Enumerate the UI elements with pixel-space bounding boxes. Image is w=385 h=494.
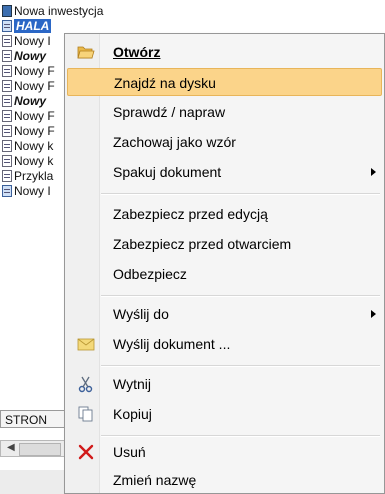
- tree-item[interactable]: Nowy I: [2, 184, 51, 199]
- tree-item-hala[interactable]: HALA: [2, 19, 52, 34]
- tree-item-investment[interactable]: Nowa inwestycja: [2, 4, 103, 19]
- scroll-thumb[interactable]: [19, 443, 61, 456]
- menu-item-send-to[interactable]: Wyślij do: [67, 300, 382, 328]
- document-icon: [2, 155, 12, 167]
- tree-item[interactable]: Nowy: [2, 49, 46, 64]
- status-tab-label: STRON: [5, 413, 47, 427]
- copy-icon: [78, 406, 93, 422]
- document-icon: [2, 140, 12, 152]
- open-folder-icon: [77, 46, 95, 59]
- submenu-arrow-icon: [371, 168, 376, 176]
- scissors-icon: [78, 376, 93, 393]
- database-icon: [2, 5, 12, 17]
- document-icon: [2, 125, 12, 137]
- menu-item-open[interactable]: Otwórz: [67, 38, 382, 66]
- document-icon: [2, 65, 12, 77]
- panel-background: [0, 470, 70, 494]
- menu-separator: [101, 435, 380, 437]
- menu-item-delete[interactable]: Usuń: [67, 438, 382, 466]
- context-menu: Otwórz Znajdź na dysku Sprawdź / napraw …: [64, 33, 385, 494]
- blue-document-icon: [2, 185, 12, 197]
- document-icon: [2, 35, 12, 47]
- menu-item-save-as-template[interactable]: Zachowaj jako wzór: [67, 128, 382, 156]
- menu-item-find-on-disk[interactable]: Znajdź na dysku: [67, 68, 382, 96]
- tree-item[interactable]: Nowy F: [2, 124, 55, 139]
- document-icon: [2, 20, 12, 32]
- menu-item-protect-open[interactable]: Zabezpiecz przed otwarciem: [67, 230, 382, 258]
- envelope-icon: [77, 338, 95, 351]
- tree-item[interactable]: Przykla: [2, 169, 53, 184]
- menu-item-send-document[interactable]: Wyślij dokument ...: [67, 330, 382, 358]
- tree-item[interactable]: Nowy F: [2, 64, 55, 79]
- submenu-arrow-icon: [371, 310, 376, 318]
- menu-separator: [101, 365, 380, 367]
- menu-item-copy[interactable]: Kopiuj: [67, 400, 382, 428]
- menu-item-cut[interactable]: Wytnij: [67, 370, 382, 398]
- scroll-left-icon[interactable]: ◀: [7, 442, 15, 453]
- menu-item-rename[interactable]: Zmień nazwę: [67, 466, 382, 494]
- menu-item-protect-edit[interactable]: Zabezpiecz przed edycją: [67, 200, 382, 228]
- menu-item-pack-document[interactable]: Spakuj dokument: [67, 158, 382, 186]
- document-icon: [2, 95, 12, 107]
- document-icon: [2, 80, 12, 92]
- document-icon: [2, 170, 12, 182]
- menu-item-check-repair[interactable]: Sprawdź / napraw: [67, 98, 382, 126]
- delete-x-icon: [78, 444, 94, 460]
- tree-item[interactable]: Nowy k: [2, 139, 53, 154]
- menu-separator: [101, 193, 380, 195]
- tree-item[interactable]: Nowy: [2, 94, 46, 109]
- menu-item-unprotect[interactable]: Odbezpiecz: [67, 260, 382, 288]
- status-tab[interactable]: STRON: [0, 410, 70, 428]
- document-icon: [2, 110, 12, 122]
- document-icon: [2, 50, 12, 62]
- tree-item[interactable]: Nowy I: [2, 34, 51, 49]
- menu-separator: [101, 295, 380, 297]
- horizontal-scrollbar[interactable]: ◀: [0, 440, 70, 457]
- tree-item[interactable]: Nowy F: [2, 79, 55, 94]
- tree-item[interactable]: Nowy k: [2, 154, 53, 169]
- tree-item[interactable]: Nowy F: [2, 109, 55, 124]
